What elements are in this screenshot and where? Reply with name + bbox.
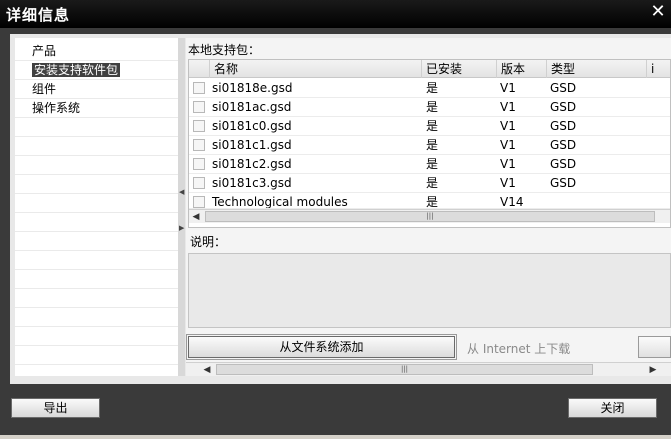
cell-installed: 是 [426, 119, 439, 133]
cell-type: GSD [550, 81, 577, 95]
cell-version: V1 [500, 176, 516, 190]
nav-item-label: 产品 [32, 44, 57, 58]
description-box [188, 253, 671, 328]
header-check-col [189, 60, 210, 78]
cell-installed: 是 [426, 100, 439, 114]
cell-type: GSD [550, 157, 577, 171]
scrollbar-thumb[interactable]: ||| [216, 364, 593, 375]
scrollbar-thumb[interactable]: ||| [205, 211, 655, 222]
row-checkbox[interactable] [193, 101, 205, 113]
close-icon[interactable]: ✕ [647, 2, 669, 22]
cell-version: V1 [500, 81, 516, 95]
cell-type: GSD [550, 138, 577, 152]
nav-item-support-packages[interactable]: 安装支持软件包 [15, 61, 178, 80]
row-checkbox[interactable] [193, 82, 205, 94]
cell-name: si0181ac.gsd [212, 100, 292, 114]
cell-version: V1 [500, 138, 516, 152]
nav-empty-row [15, 213, 178, 232]
content-area: 产品 安装支持软件包 组件 操作系统 ◀ ▶ 本地支持包： 名称 已安装 版本 … [10, 34, 671, 384]
nav-item-os[interactable]: 操作系统 [15, 99, 178, 118]
nav-item-label: 组件 [32, 82, 57, 96]
cell-name: si0181c0.gsd [212, 119, 292, 133]
extra-button[interactable] [638, 336, 671, 358]
cell-type: GSD [550, 119, 577, 133]
nav-empty-row [15, 346, 178, 365]
chevron-left-icon[interactable]: ◀ [189, 210, 203, 224]
table-row[interactable]: si0181c1.gsd 是 V1 GSD [189, 136, 670, 155]
table-hscrollbar[interactable]: ◀ ||| [189, 209, 670, 223]
header-name[interactable]: 名称 [210, 60, 422, 78]
close-button[interactable]: 关闭 [568, 398, 657, 418]
dialog-body: 产品 安装支持软件包 组件 操作系统 ◀ ▶ 本地支持包： 名称 已安装 版本 … [0, 28, 671, 435]
header-type[interactable]: 类型 [547, 60, 647, 78]
nav-empty-row [15, 251, 178, 270]
table-header: 名称 已安装 版本 类型 i [189, 60, 670, 78]
cell-installed: 是 [426, 81, 439, 95]
cell-name: Technological modules [212, 195, 348, 209]
table-row[interactable]: si0181c3.gsd 是 V1 GSD [189, 174, 670, 193]
nav-item-components[interactable]: 组件 [15, 80, 178, 99]
cell-installed: 是 [426, 138, 439, 152]
table-row[interactable]: Technological modules 是 V14 [189, 193, 670, 209]
cell-name: si0181c2.gsd [212, 157, 292, 171]
cell-name: si0181c1.gsd [212, 138, 292, 152]
row-checkbox[interactable] [193, 120, 205, 132]
cell-installed: 是 [426, 176, 439, 190]
chevron-right-icon[interactable]: ▶ [646, 363, 660, 377]
row-checkbox[interactable] [193, 196, 205, 208]
panel-hscrollbar[interactable]: ◀ ||| ▶ [186, 362, 671, 376]
nav-empty-row [15, 137, 178, 156]
nav-empty-row [15, 308, 178, 327]
export-button[interactable]: 导出 [11, 398, 100, 418]
collapse-left-icon[interactable]: ◀ [179, 188, 184, 196]
local-packages-label: 本地支持包： [188, 43, 261, 57]
packages-table: 名称 已安装 版本 类型 i si01818e.gsd 是 V1 GSD si0… [188, 59, 671, 228]
cell-version: V14 [500, 195, 524, 209]
cell-name: si01818e.gsd [212, 81, 293, 95]
cell-version: V1 [500, 157, 516, 171]
nav-empty-row [15, 270, 178, 289]
chevron-left-icon[interactable]: ◀ [200, 363, 214, 377]
nav-empty-row [15, 156, 178, 175]
table-row[interactable]: si0181c0.gsd 是 V1 GSD [189, 117, 670, 136]
nav-empty-row [15, 232, 178, 251]
cell-version: V1 [500, 119, 516, 133]
cell-type: GSD [550, 100, 577, 114]
nav-item-label: 安装支持软件包 [30, 62, 122, 78]
right-panel: 本地支持包： 名称 已安装 版本 类型 i si01818e.gsd 是 V1 … [186, 38, 671, 376]
cell-type: GSD [550, 176, 577, 190]
table-row[interactable]: si0181ac.gsd 是 V1 GSD [189, 98, 670, 117]
cell-name: si0181c3.gsd [212, 176, 292, 190]
header-version[interactable]: 版本 [497, 60, 547, 78]
row-checkbox[interactable] [193, 139, 205, 151]
cell-version: V1 [500, 100, 516, 114]
nav-empty-row [15, 289, 178, 308]
add-from-filesystem-button[interactable]: 从文件系统添加 [186, 334, 457, 360]
expand-right-icon[interactable]: ▶ [179, 224, 184, 232]
nav-item-product[interactable]: 产品 [15, 42, 178, 61]
window-title: 详细信息 [6, 6, 71, 24]
nav-item-label: 操作系统 [32, 101, 81, 115]
nav-empty-row [15, 327, 178, 346]
description-label: 说明： [190, 235, 227, 249]
row-checkbox[interactable] [193, 177, 205, 189]
cell-installed: 是 [426, 157, 439, 171]
header-installed[interactable]: 已安装 [422, 60, 497, 78]
nav-empty-row [15, 194, 178, 213]
panel-splitter[interactable]: ◀ ▶ [178, 38, 185, 376]
nav-empty-row [15, 175, 178, 194]
download-from-internet-link[interactable]: 从 Internet 上下载 [467, 340, 570, 357]
title-bar: 详细信息 ✕ [0, 0, 671, 28]
header-extra[interactable]: i [647, 60, 670, 78]
cell-installed: 是 [426, 195, 439, 209]
table-row[interactable]: si01818e.gsd 是 V1 GSD [189, 79, 670, 98]
table-row[interactable]: si0181c2.gsd 是 V1 GSD [189, 155, 670, 174]
row-checkbox[interactable] [193, 158, 205, 170]
nav-empty-row [15, 118, 178, 137]
left-nav: 产品 安装支持软件包 组件 操作系统 [15, 38, 178, 376]
